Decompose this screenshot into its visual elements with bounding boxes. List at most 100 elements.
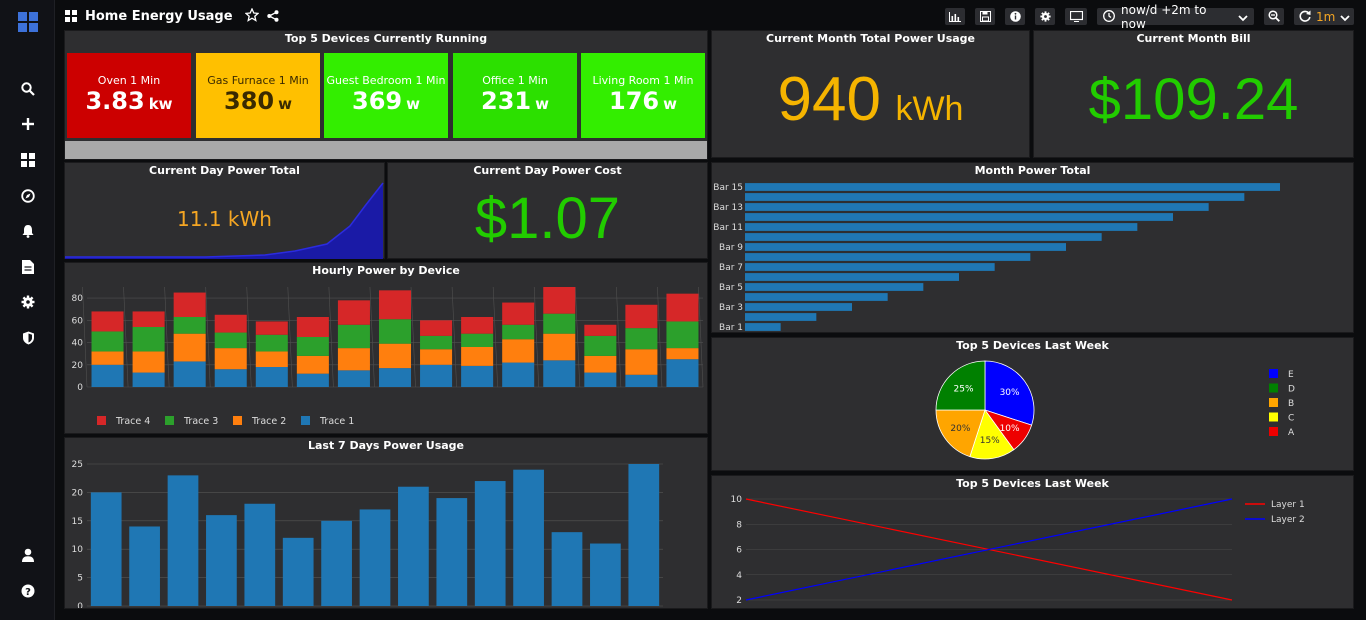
stacked-bar-segment [296,337,329,356]
vgridline [616,286,622,388]
save-dashboard-button[interactable] [975,8,995,25]
last7-chart: 0 5 10 15 20 25 [72,460,663,608]
add-panel-button[interactable] [945,8,965,25]
legend-label: C [1288,414,1294,424]
vgridline [533,286,540,388]
stacked-bar-segment [543,287,576,314]
panel-title[interactable]: Hourly Power by Device [65,264,707,277]
tv-mode-button[interactable] [1065,8,1087,25]
stacked-bar-segment [420,349,453,365]
help-icon[interactable]: ? [17,580,39,602]
month-total-value: 940 [777,65,881,134]
device-tile-value: 3.83 [85,86,145,115]
vgridline [657,286,663,388]
panel-title[interactable]: Current Day Power Total [65,164,384,177]
shield-icon[interactable] [17,327,39,349]
device-tile-value-row: 3.83 kw [85,87,172,118]
legend-label: D [1288,385,1295,395]
user-icon[interactable] [17,544,39,566]
stacked-bar-segment [584,355,617,373]
legend-label: A [1288,428,1295,438]
y-tick-label: Bar 11 [713,223,743,233]
stacked-bar-segment [502,362,535,387]
device-tile-name: Guest Bedroom 1 Min [326,73,446,87]
device-tile-unit: w [535,94,549,113]
dashboard-info-button[interactable] [1005,8,1025,25]
device-tile: Office 1 Min 231 w [453,53,577,138]
add-panel-icon [949,7,961,26]
search-icon[interactable] [17,78,39,100]
y-tick-label: Bar 3 [719,303,743,313]
panel-title[interactable]: Top 5 Devices Currently Running [65,32,707,45]
alerting-icon[interactable] [17,220,39,242]
pie-panel: Top 5 Devices Last Week 30% 10% 15% 20% 25% E… [711,337,1354,471]
stacked-bar-segment [584,324,617,336]
legend-label: B [1288,399,1294,409]
panel-title[interactable]: Top 5 Devices Last Week [712,477,1353,490]
y-tick-label: 2 [736,596,742,606]
bar [282,537,314,606]
time-range-picker[interactable]: now/d +2m to now [1097,3,1254,31]
explore-icon[interactable] [17,185,39,207]
pie-slice-label: 20% [950,424,970,434]
device-tile-name: Oven 1 Min [97,73,161,87]
device-tile: Oven 1 Min 3.83 kw [67,53,191,138]
svg-text:?: ? [25,587,31,598]
vgridline [492,286,498,388]
stacked-bar-segment [543,360,576,387]
dashboards-icon[interactable] [17,149,39,171]
pie-slice-label: 30% [1000,388,1020,398]
panel-title[interactable]: Last 7 Days Power Usage [65,439,707,452]
day-cost-panel: Current Day Power Cost $1.07 [387,162,708,259]
settings-gear-icon[interactable] [17,291,39,313]
star-icon[interactable] [243,7,260,26]
stacked-bar-segment [91,311,124,332]
bar [628,464,660,606]
vgridline [205,286,211,388]
device-tile-value: 231 [481,86,532,115]
panel-title[interactable]: Month Power Total [712,164,1353,177]
vgridline [574,286,581,388]
dashboard-settings-button[interactable] [1035,8,1055,25]
stacked-bar-segment [296,317,329,337]
panel-title[interactable]: Current Month Total Power Usage [712,32,1029,45]
day-cost-value: $1.07 [474,186,621,251]
line-chart: 2 4 6 8 10 Layer 1 Layer 2 [731,495,1305,606]
tiles-empty-strip [65,141,707,159]
bar [745,193,1245,201]
pie-chart: 30% 10%15% 20% 25% EDBCA [935,360,1295,460]
plus-icon[interactable] [17,113,39,135]
zoom-out-button[interactable] [1264,8,1284,25]
bar [90,492,122,606]
y-tick-label: 5 [77,574,83,584]
device-tile-value: 380 [224,86,275,115]
zoom-out-icon [1268,7,1280,26]
share-icon[interactable] [266,7,279,26]
bar [745,293,888,301]
stacked-bar-segment [378,368,412,387]
info-icon [1009,7,1021,26]
stacked-bar-segment [173,361,206,387]
device-tile-value: 176 [609,86,660,115]
stacked-bar-segment [214,369,247,387]
legend-swatch [1269,369,1278,378]
stacked-bar-segment [378,343,412,369]
device-tile-value-row: 369 w [352,87,420,118]
device-tile-value-row: 231 w [481,87,549,118]
reports-icon[interactable] [17,256,39,278]
refresh-picker[interactable]: 1m [1294,8,1354,25]
panel-title[interactable]: Current Day Power Cost [388,164,707,177]
bar [321,520,352,606]
hourly-power-chart: 0 20 40 60 80 Trace 4 Trace 3 Trace 2 Trace 1 [72,286,704,427]
device-tile: Guest Bedroom 1 Min 369 w [324,53,448,138]
panel-title[interactable]: Top 5 Devices Last Week [712,339,1353,352]
grafana-logo-icon[interactable] [17,11,39,33]
legend-swatch [233,416,242,425]
dashboard-title[interactable]: Home Energy Usage [85,9,233,24]
stacked-bar-segment [502,302,535,325]
month-total-stat: 940 kWh [712,64,1029,135]
panel-title[interactable]: Current Month Bill [1034,32,1353,45]
stacked-bar-segment [337,324,370,349]
month-total-unit: kWh [895,90,964,128]
y-tick-label: Bar 15 [713,183,743,193]
